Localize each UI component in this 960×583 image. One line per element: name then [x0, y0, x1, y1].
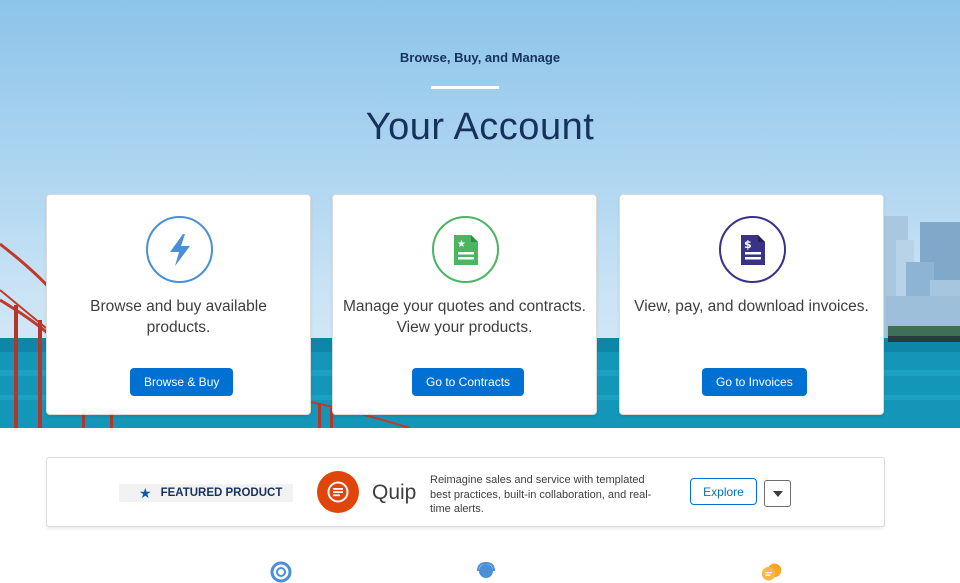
card-description: View, pay, and download invoices. — [634, 298, 869, 315]
star-icon: ★ — [139, 484, 152, 501]
eyebrow-heading: Browse, Buy, and Manage — [399, 50, 561, 65]
contracts-card: ★ Manage your quotes and contracts. View… — [332, 194, 597, 415]
chevron-down-icon — [772, 490, 783, 497]
page-title: Your Account — [365, 106, 595, 148]
browse-buy-button[interactable]: Browse & Buy — [130, 368, 234, 396]
support-agent-icon — [477, 561, 495, 578]
contract-document-icon: ★ — [432, 216, 499, 283]
featured-badge-label: FEATURED PRODUCT — [160, 487, 283, 499]
go-to-invoices-button[interactable]: Go to Invoices — [702, 368, 807, 396]
invoices-card: $ View, pay, and download invoices. Go t… — [619, 194, 884, 415]
svg-text:★: ★ — [457, 239, 466, 250]
quip-logo-icon — [317, 471, 359, 513]
card-description: Browse and buy available products. — [90, 298, 267, 336]
featured-badge: ★ FEATURED PRODUCT — [119, 484, 293, 502]
product-description: Reimagine sales and service with templat… — [430, 474, 652, 515]
card-description: Manage your quotes and contracts. View y… — [343, 298, 586, 336]
product-name: Quip — [372, 481, 417, 504]
explore-button[interactable]: Explore — [690, 478, 757, 505]
expand-dropdown-button[interactable] — [764, 480, 791, 507]
invoice-document-icon: $ — [719, 216, 786, 283]
heading-divider — [431, 86, 499, 89]
lightning-bolt-icon — [146, 216, 213, 283]
go-to-contracts-button[interactable]: Go to Contracts — [412, 368, 525, 396]
svg-text:$: $ — [744, 238, 752, 251]
featured-product-bar: ★ FEATURED PRODUCT Quip Reimagine sales … — [46, 457, 885, 527]
lifebuoy-icon — [270, 561, 292, 583]
chat-bubbles-icon — [761, 563, 782, 581]
browse-buy-card: Browse and buy available products. Brows… — [46, 194, 311, 415]
